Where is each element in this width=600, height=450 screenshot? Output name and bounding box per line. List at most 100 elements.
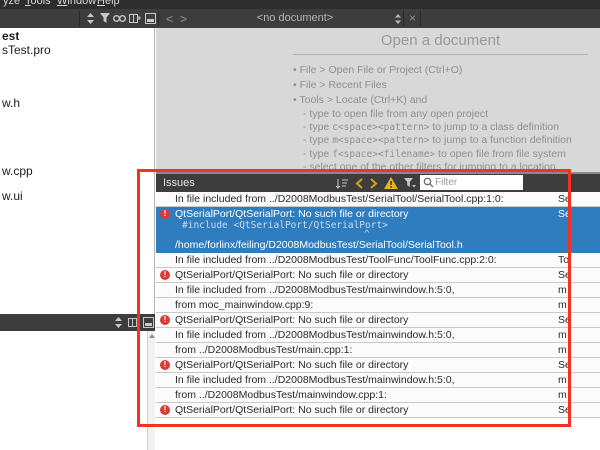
menu-item-window[interactable]: Window — [57, 0, 96, 8]
issue-text: from moc_mainwindow.cpp:9: — [175, 298, 313, 312]
menu-item-yze[interactable]: yze — [3, 0, 20, 8]
menu-item-tools[interactable]: Tools — [25, 0, 51, 8]
issue-row-error[interactable]: !QtSerialPort/QtSerialPort: No such file… — [156, 207, 600, 253]
tree-item[interactable]: sTest.pro — [2, 43, 51, 57]
issue-text: In file included from ../D2008ModbusTest… — [175, 192, 504, 206]
qt-creator-window: yze Tools WindowHelp < > <no document> × e… — [0, 0, 600, 450]
welcome-bullet: Tools > Locate (Ctrl+K) and — [293, 93, 588, 108]
issue-text: In file included from ../D2008ModbusTest… — [175, 283, 455, 297]
editor-toolbar: < > <no document> × — [0, 9, 600, 28]
issues-pane-title: Issues — [163, 177, 195, 189]
issue-source-line: #include <QtSerialPort/QtSerialPort> — [182, 219, 388, 233]
issue-text: In file included from ../D2008ModbusTest… — [175, 253, 497, 267]
split-add-icon[interactable] — [127, 316, 140, 329]
issues-pane: Issues In file included from ../D2008Mod… — [156, 172, 600, 450]
issue-file-label: m — [558, 283, 567, 297]
welcome-bullet: File > Recent Files — [293, 78, 588, 93]
error-icon: ! — [160, 315, 170, 325]
menu-item-help[interactable]: Help — [97, 0, 120, 8]
close-document-icon[interactable]: × — [409, 11, 416, 25]
sidebar-scrollbar[interactable] — [147, 331, 155, 450]
tree-item[interactable]: w.h — [2, 96, 20, 110]
filter-menu-icon[interactable] — [403, 176, 417, 190]
welcome-locate-item: - type f<space><filename> to open file f… — [303, 148, 588, 162]
close-pane-icon[interactable] — [142, 316, 155, 329]
issue-file-label: m — [558, 328, 567, 342]
welcome-locate-item: - type c<space><pattern> to jump to a cl… — [303, 121, 588, 135]
toolbar-separator — [79, 11, 80, 26]
sidebar-pane2-header — [0, 314, 155, 331]
split-add-icon[interactable] — [128, 12, 141, 25]
project-sidebar: estsTest.pro w.h w.cpp w.ui — [0, 28, 155, 450]
issue-row-error[interactable]: ! QtSerialPort/QtSerialPort: No such file… — [156, 403, 600, 418]
issue-text: from ../D2008ModbusTest/mainwindow.cpp:1… — [175, 388, 387, 402]
issues-header: Issues — [156, 174, 600, 192]
scroll-up-icon[interactable] — [149, 334, 155, 338]
next-issue-icon[interactable] — [367, 176, 381, 190]
issue-text: from ../D2008ModbusTest/main.cpp:1: — [175, 343, 352, 357]
issue-row-error[interactable]: ! QtSerialPort/QtSerialPort: No such file… — [156, 358, 600, 373]
welcome-locate-item: - type m<space><pattern> to jump to a fu… — [303, 134, 588, 148]
toolbar-separator — [420, 11, 421, 26]
issue-file-label: Se — [558, 313, 571, 327]
close-pane-icon[interactable] — [144, 12, 157, 25]
issue-file-label: m — [558, 388, 567, 402]
issue-row-info[interactable]: from ../D2008ModbusTest/mainwindow.cpp:1… — [156, 388, 600, 403]
issue-file-label: m — [558, 343, 567, 357]
issue-row-info[interactable]: In file included from ../D2008ModbusTest… — [156, 253, 600, 268]
issue-file-label: m — [558, 298, 567, 312]
error-icon: ! — [160, 270, 170, 280]
issue-file-label: To — [558, 253, 569, 267]
issue-text: QtSerialPort/QtSerialPort: No such file … — [175, 313, 408, 327]
document-selector[interactable]: <no document> — [200, 12, 390, 24]
issue-file-label: m — [558, 373, 567, 387]
issue-text: QtSerialPort/QtSerialPort: No such file … — [175, 403, 408, 417]
toolbar-separator — [403, 11, 404, 26]
issue-file-label: Se — [558, 268, 571, 282]
issues-rows: In file included from ../D2008ModbusTest… — [156, 192, 600, 418]
issue-row-error[interactable]: ! QtSerialPort/QtSerialPort: No such file… — [156, 268, 600, 283]
menubar: yze Tools WindowHelp — [0, 0, 600, 9]
error-icon: ! — [160, 209, 170, 219]
error-icon: ! — [160, 405, 170, 415]
issue-row-info[interactable]: In file included from ../D2008ModbusTest… — [156, 373, 600, 388]
tree-item[interactable]: est — [2, 29, 19, 43]
issue-file-label: Se — [558, 403, 571, 417]
issue-file-label: Se — [558, 358, 571, 372]
issues-filter-input[interactable] — [420, 175, 523, 190]
prev-issue-icon[interactable] — [352, 176, 366, 190]
filter-icon[interactable] — [99, 12, 112, 25]
welcome-divider — [293, 54, 588, 55]
issue-file-label: Se — [558, 192, 571, 206]
forward-icon[interactable]: > — [180, 12, 187, 26]
issue-row-info[interactable]: from moc_mainwindow.cpp:9: m — [156, 298, 600, 313]
welcome-bullet: File > Open File or Project (Ctrl+O) — [293, 63, 588, 78]
updown-icon[interactable] — [112, 316, 125, 329]
sort-categorize-icon[interactable] — [335, 176, 349, 190]
issue-row-info[interactable]: In file included from ../D2008ModbusTest… — [156, 283, 600, 298]
issue-text: QtSerialPort/QtSerialPort: No such file … — [175, 268, 408, 282]
issue-file-path: /home/forlinx/feiling/D2008ModbusTest/Se… — [175, 238, 463, 252]
tree-item[interactable]: w.ui — [2, 189, 23, 203]
issue-text: QtSerialPort/QtSerialPort: No such file … — [175, 358, 408, 372]
welcome-locate-item: - type to open file from any open projec… — [303, 108, 588, 121]
welcome-title: Open a document — [293, 32, 588, 49]
issue-row-error[interactable]: ! QtSerialPort/QtSerialPort: No such file… — [156, 313, 600, 328]
welcome-bullets: File > Open File or Project (Ctrl+O)File… — [293, 63, 588, 108]
welcome-locate-items: - type to open file from any open projec… — [303, 108, 588, 172]
link-icon[interactable] — [113, 12, 126, 25]
issue-row-info[interactable]: In file included from ../D2008ModbusTest… — [156, 192, 600, 207]
issue-row-info[interactable]: from ../D2008ModbusTest/main.cpp:1: m — [156, 343, 600, 358]
error-icon: ! — [160, 360, 170, 370]
issue-row-info[interactable]: In file included from ../D2008ModbusTest… — [156, 328, 600, 343]
welcome-locate-item: - select one of the other filters for ju… — [303, 161, 588, 172]
show-warnings-icon[interactable] — [384, 176, 398, 190]
issue-file-label: Se — [558, 207, 571, 221]
updown-icon[interactable] — [84, 12, 97, 25]
back-icon[interactable]: < — [166, 12, 173, 26]
welcome-pane: Open a document File > Open File or Proj… — [156, 28, 600, 172]
tree-item[interactable]: w.cpp — [2, 164, 33, 178]
issue-text: In file included from ../D2008ModbusTest… — [175, 373, 455, 387]
toolbar-separator — [158, 11, 159, 26]
issue-text: In file included from ../D2008ModbusTest… — [175, 328, 455, 342]
